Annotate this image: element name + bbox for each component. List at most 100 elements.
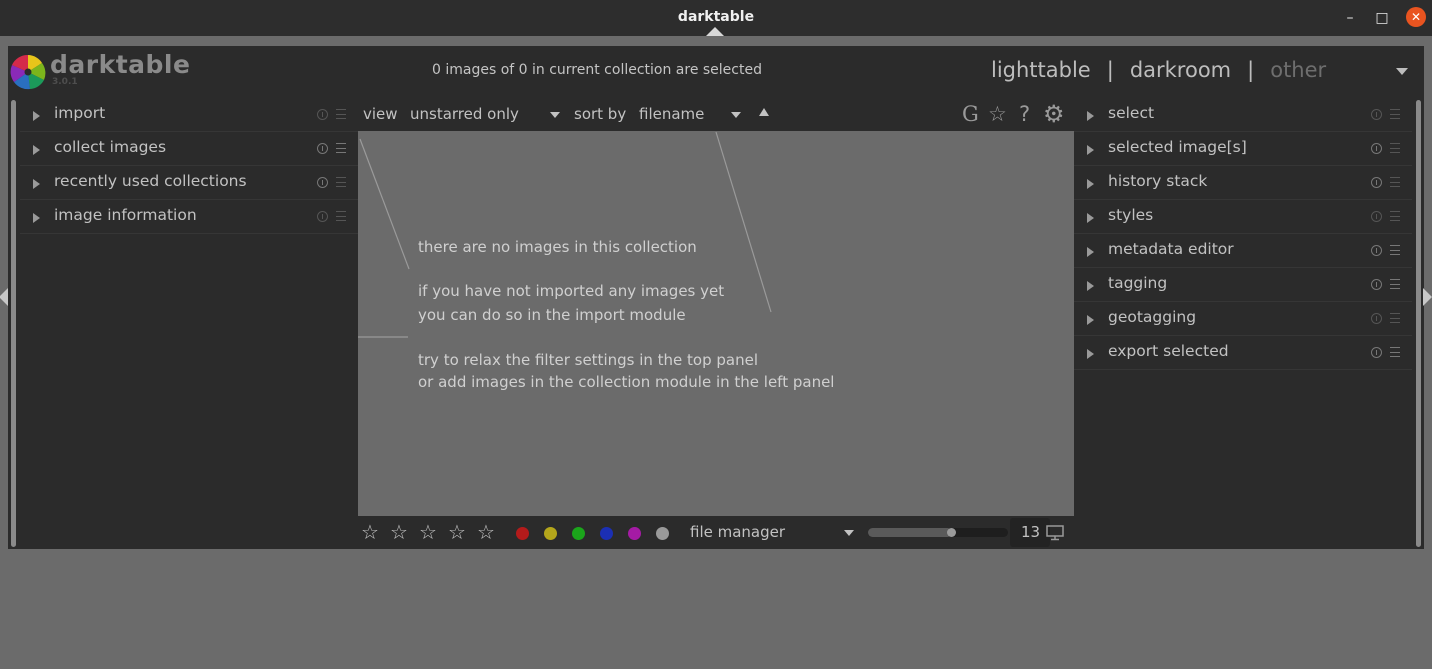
view-filter-dropdown[interactable]: unstarred only [410,105,519,123]
lighttable-center-view[interactable]: there are no images in this collection i… [358,131,1074,516]
star-rating-3-icon[interactable]: ☆ [419,520,437,544]
expand-arrow-icon[interactable] [33,145,40,155]
color-label-yellow[interactable] [544,527,557,540]
presets-icon[interactable] [1390,211,1400,221]
module-styles[interactable]: styles [1074,200,1412,234]
presets-icon[interactable] [1390,109,1400,119]
presets-icon[interactable] [336,211,346,221]
color-label-gray[interactable] [656,527,669,540]
zoom-slider-handle[interactable] [947,528,956,537]
star-rating-1-icon[interactable]: ☆ [361,520,379,544]
darktable-app: darktable 3.0.1 0 images of 0 in current… [8,46,1424,549]
color-label-red[interactable] [516,527,529,540]
filter-toolbar: view unstarred only sort by filename G ☆… [358,98,1074,131]
zoom-value[interactable]: 13 [1021,523,1040,541]
minimize-button[interactable]: – [1340,8,1360,28]
presets-icon[interactable] [1390,313,1400,323]
right-panel: select selected image[s] history stack s… [1074,98,1412,549]
expand-arrow-icon[interactable] [33,213,40,223]
module-tagging[interactable]: tagging [1074,268,1412,302]
module-selected-images[interactable]: selected image[s] [1074,132,1412,166]
gear-icon[interactable]: ⚙ [1043,100,1065,128]
expand-arrow-icon[interactable] [1087,145,1094,155]
monitor-icon[interactable] [1046,525,1064,541]
module-label: geotagging [1108,308,1197,326]
reset-icon[interactable] [1371,109,1382,120]
expand-arrow-icon[interactable] [1087,111,1094,121]
presets-icon[interactable] [336,143,346,153]
star-rating-4-icon[interactable]: ☆ [448,520,466,544]
darktable-logo-icon [10,54,46,90]
expand-arrow-icon[interactable] [1087,349,1094,359]
presets-icon[interactable] [1390,347,1400,357]
help-icon[interactable]: ? [1019,102,1030,126]
right-panel-scrollbar[interactable] [1416,100,1421,547]
close-button[interactable]: ✕ [1406,7,1426,27]
star-rating-5-icon[interactable]: ☆ [477,520,495,544]
view-darkroom[interactable]: darkroom [1130,58,1231,82]
reset-icon[interactable] [1371,245,1382,256]
expand-arrow-icon[interactable] [33,179,40,189]
expand-arrow-icon[interactable] [1087,281,1094,291]
color-label-purple[interactable] [628,527,641,540]
module-export-selected[interactable]: export selected [1074,336,1412,370]
reset-icon[interactable] [1371,211,1382,222]
reset-icon[interactable] [1371,143,1382,154]
module-geotagging[interactable]: geotagging [1074,302,1412,336]
window-titlebar: darktable – □ ✕ [0,0,1432,36]
view-lighttable[interactable]: lighttable [991,58,1091,82]
expand-arrow-icon[interactable] [1087,213,1094,223]
left-panel-collapse-icon[interactable] [0,288,8,306]
presets-icon[interactable] [1390,177,1400,187]
filter-hint-message: try to relax the filter settings in the … [418,351,759,369]
left-panel: import collect images recently used coll… [20,98,358,549]
views-dropdown-icon[interactable] [1396,68,1408,75]
presets-icon[interactable] [336,177,346,187]
sort-order-icon[interactable] [759,108,769,116]
module-select[interactable]: select [1074,98,1412,132]
star-overlay-icon[interactable]: ☆ [988,102,1007,126]
zoom-slider-fill [868,528,952,537]
reset-icon[interactable] [317,177,328,188]
right-panel-collapse-icon[interactable] [1423,288,1432,306]
expand-arrow-icon[interactable] [33,111,40,121]
module-metadata-editor[interactable]: metadata editor [1074,234,1412,268]
chevron-down-icon[interactable] [550,112,560,118]
presets-icon[interactable] [336,109,346,119]
star-rating-2-icon[interactable]: ☆ [390,520,408,544]
top-panel-collapse-icon[interactable] [706,27,724,36]
module-label: tagging [1108,274,1168,292]
color-label-green[interactable] [572,527,585,540]
chevron-down-icon[interactable] [731,112,741,118]
module-label: select [1108,104,1155,122]
reset-icon[interactable] [1371,279,1382,290]
reset-icon[interactable] [1371,313,1382,324]
module-recently-used-collections[interactable]: recently used collections [20,166,358,200]
sort-dropdown[interactable]: filename [639,105,704,123]
module-history-stack[interactable]: history stack [1074,166,1412,200]
reset-icon[interactable] [317,109,328,120]
reset-icon[interactable] [1371,347,1382,358]
left-panel-scrollbar[interactable] [11,100,16,547]
filmstrip-panel[interactable] [8,549,1424,669]
layout-dropdown[interactable]: file manager [690,523,785,541]
module-label: export selected [1108,342,1229,360]
module-import[interactable]: import [20,98,358,132]
expand-arrow-icon[interactable] [1087,315,1094,325]
maximize-button[interactable]: □ [1372,8,1392,28]
presets-icon[interactable] [1390,279,1400,289]
version-label: 3.0.1 [52,77,78,87]
reset-icon[interactable] [317,143,328,154]
presets-icon[interactable] [1390,143,1400,153]
expand-arrow-icon[interactable] [1087,179,1094,189]
color-label-blue[interactable] [600,527,613,540]
expand-arrow-icon[interactable] [1087,247,1094,257]
chevron-down-icon[interactable] [844,530,854,536]
module-collect-images[interactable]: collect images [20,132,358,166]
module-image-information[interactable]: image information [20,200,358,234]
grouping-icon[interactable]: G [962,102,979,126]
reset-icon[interactable] [1371,177,1382,188]
reset-icon[interactable] [317,211,328,222]
view-other[interactable]: other [1270,58,1326,82]
presets-icon[interactable] [1390,245,1400,255]
